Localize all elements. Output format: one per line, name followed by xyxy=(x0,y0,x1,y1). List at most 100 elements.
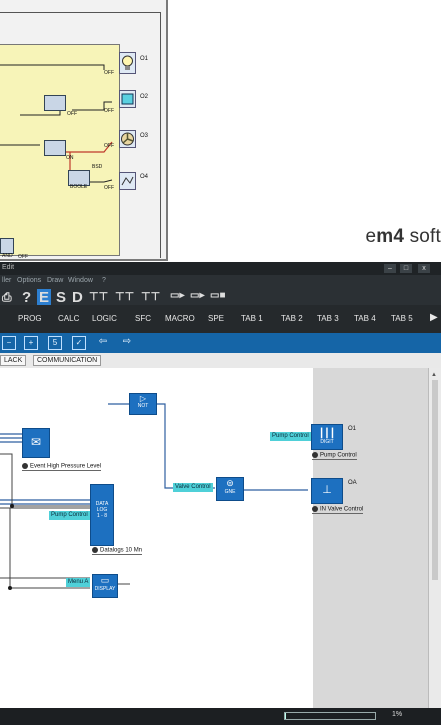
maximize-button[interactable]: □ xyxy=(400,264,412,273)
boole-label: BOOLE xyxy=(70,184,88,190)
menu-options[interactable]: Options xyxy=(17,277,41,284)
event-block[interactable]: ✉ xyxy=(22,428,50,458)
send-function-icon[interactable]: ⇨ xyxy=(121,336,133,348)
step-icon[interactable]: ▭▸ xyxy=(190,290,204,301)
tab-scroll-right-icon[interactable]: ▶ xyxy=(430,312,438,323)
junction-dot xyxy=(8,586,12,590)
output-o1-label: O1 xyxy=(348,426,357,432)
relay-output-icon xyxy=(119,172,136,190)
output-label-o2: O2 xyxy=(140,94,149,100)
digit-block-label: DIGIT xyxy=(320,439,334,445)
menu-controller[interactable]: ller xyxy=(2,277,11,284)
plus-function-icon[interactable]: + xyxy=(24,336,38,350)
minimize-button[interactable]: – xyxy=(384,264,396,273)
and-label: AND xyxy=(2,253,13,259)
lamp-output-icon xyxy=(119,52,136,74)
output-column xyxy=(313,368,428,708)
tab-4[interactable]: TAB 4 xyxy=(354,314,376,323)
off-label: OFF xyxy=(104,108,114,114)
display-output-icon xyxy=(119,90,136,108)
tab-1[interactable]: TAB 1 xyxy=(241,314,263,323)
output-oa-label: OA xyxy=(348,480,357,486)
status-bar: 1% xyxy=(0,708,441,725)
minus-function-icon[interactable]: − xyxy=(2,336,16,350)
help-button[interactable]: ? xyxy=(22,289,31,306)
tab-spe[interactable]: SPE xyxy=(208,314,224,323)
tab-2[interactable]: TAB 2 xyxy=(281,314,303,323)
simulation-mode-button[interactable]: S xyxy=(56,289,66,306)
datalog-caption: Datalogs 10 Mn xyxy=(92,547,143,555)
event-caption: Event High Pressure Level xyxy=(22,463,102,471)
off-label: OFF xyxy=(104,70,114,76)
menu-draw[interactable]: Draw xyxy=(47,277,63,284)
transfer-icon[interactable]: ⊤⊤ xyxy=(89,290,108,303)
off-label: OFF xyxy=(104,185,114,191)
pump-control-input-label: Pump Control xyxy=(49,511,90,520)
in-valve-caption: IN Valve Control xyxy=(312,506,364,514)
check-function-icon[interactable]: ✓ xyxy=(72,336,86,350)
not-block[interactable]: ▷ NOT xyxy=(129,393,157,415)
menu-bar: ller Options Draw Window ? xyxy=(0,275,441,287)
receive-function-icon[interactable]: ⇦ xyxy=(97,336,109,348)
tab-3[interactable]: TAB 3 xyxy=(317,314,339,323)
progress-bar xyxy=(284,712,376,720)
pump-control-caption: Pump Control xyxy=(312,452,357,460)
title-bar: Edit – □ x xyxy=(0,262,441,275)
valve-output-oa-block[interactable]: ⊥ xyxy=(311,478,343,504)
off-label: OFF xyxy=(18,254,28,260)
tab-prog[interactable]: PROG xyxy=(18,314,42,323)
display-block[interactable]: ▭ DISPLAY xyxy=(92,574,118,598)
legacy-block-4 xyxy=(0,238,14,254)
off-label: OFF xyxy=(104,143,114,149)
menu-help[interactable]: ? xyxy=(102,277,106,284)
output-label-o3: O3 xyxy=(140,133,149,139)
subtab-black[interactable]: LACK xyxy=(0,355,27,366)
tab-macro[interactable]: MACRO xyxy=(165,314,195,323)
debug-mode-button[interactable]: D xyxy=(72,289,83,306)
tab-calc[interactable]: CALC xyxy=(58,314,79,323)
progress-fill xyxy=(285,713,286,719)
junction-dot xyxy=(10,504,14,508)
datalog-line-3: 1 - 8 xyxy=(96,513,107,519)
tab-logic[interactable]: LOGIC xyxy=(92,314,117,323)
gne-block[interactable]: ⊜ GNE xyxy=(216,477,244,501)
tab-sfc[interactable]: SFC xyxy=(135,314,151,323)
legacy-block-1 xyxy=(44,95,66,111)
digital-output-o1-block[interactable]: ┃┃┃ DIGIT xyxy=(311,424,343,450)
datalog-line-1: DATA xyxy=(95,501,109,507)
legacy-block-2 xyxy=(44,140,66,156)
on-label: ON xyxy=(66,155,74,161)
output-label-o4: O4 xyxy=(140,174,149,180)
scroll-up-icon[interactable]: ▲ xyxy=(431,372,437,378)
valve-control-label: Valve Control xyxy=(173,483,213,492)
transfer-to-controller-icon[interactable]: ⊤⊤ xyxy=(115,290,134,303)
tab-bar: PROG CALC LOGIC SFC MACRO SPE TAB 1 TAB … xyxy=(0,305,441,333)
function-subtabs: LACK COMMUNICATION xyxy=(0,353,441,369)
print-icon[interactable]: ⎙ xyxy=(2,290,12,305)
close-button[interactable]: x xyxy=(418,264,430,273)
datalog-block[interactable]: DATA LOG 1 - 8 xyxy=(90,484,114,546)
stop-icon[interactable]: ▭■ xyxy=(210,290,226,301)
scroll-thumb[interactable] xyxy=(432,380,438,580)
menu-window[interactable]: Window xyxy=(68,277,93,284)
window-title: Edit xyxy=(2,264,15,271)
run-icon[interactable]: ▭▸ xyxy=(170,290,184,301)
edit-mode-button[interactable]: E xyxy=(37,289,52,306)
gne-block-label: GNE xyxy=(224,489,236,495)
tab-5[interactable]: TAB 5 xyxy=(391,314,413,323)
toolbar: ⎙ ? E S D ⊤⊤ ⊤⊤ ⊤⊤ ▭▸ ▭▸ ▭■ xyxy=(0,287,441,306)
output-label-o1: O1 xyxy=(140,56,149,62)
pump-control-output-label: Pump Control xyxy=(270,432,311,441)
brand-logo: em4 soft xyxy=(365,226,441,247)
off-label: OFF xyxy=(67,111,77,117)
vertical-scrollbar[interactable]: ▲ xyxy=(428,368,441,708)
diagram-wires xyxy=(0,403,308,589)
counter-function-icon[interactable]: 5 xyxy=(48,336,62,350)
menu-a-label: Menu A xyxy=(66,578,91,587)
fan-output-icon xyxy=(119,130,136,148)
not-block-label: NOT xyxy=(137,403,149,409)
subtab-communication[interactable]: COMMUNICATION xyxy=(33,355,102,366)
transfer-from-controller-icon[interactable]: ⊤⊤ xyxy=(141,290,160,303)
progress-percent: 1% xyxy=(392,711,403,718)
display-block-label: DISPLAY xyxy=(94,586,116,592)
